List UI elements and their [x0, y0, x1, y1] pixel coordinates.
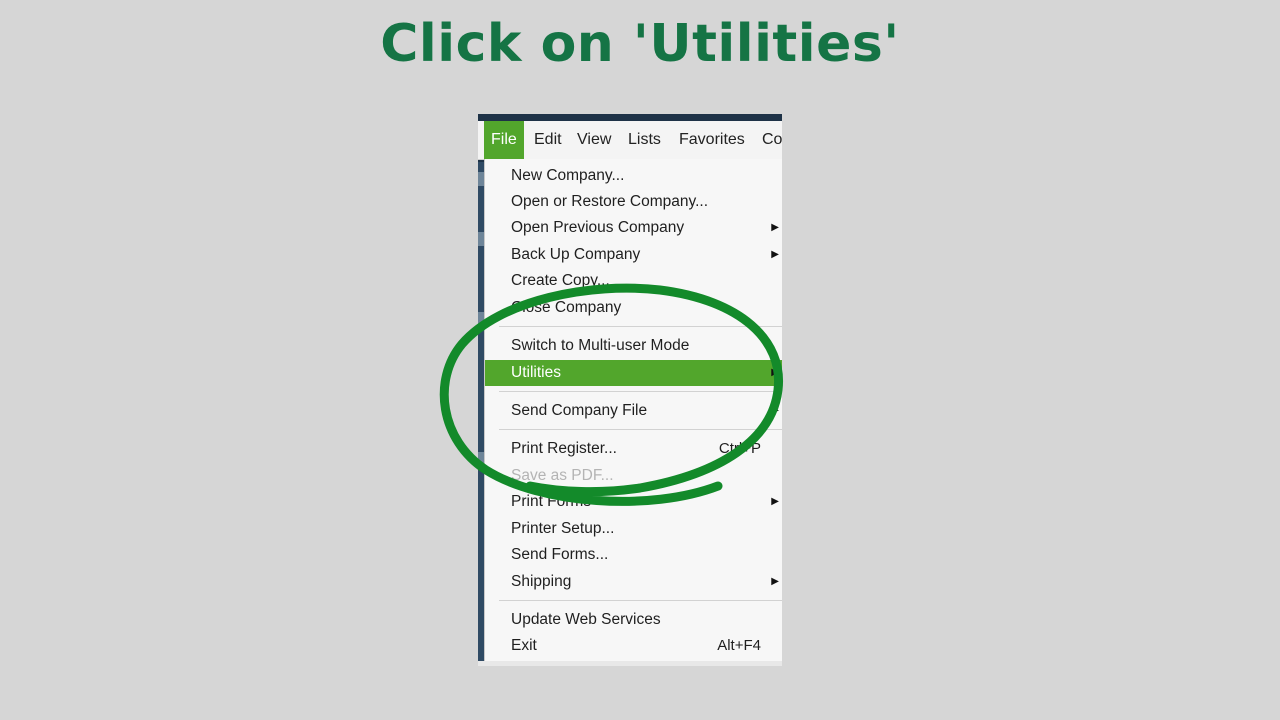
background-window-edge	[478, 661, 782, 666]
menu-item-label: Print Register...	[511, 440, 617, 457]
triangle-right-icon: ▶	[771, 222, 779, 233]
menu-item-exit[interactable]: Exit Alt+F4	[485, 633, 782, 659]
menu-item-switch-multi-user[interactable]: Switch to Multi-user Mode	[485, 333, 782, 359]
menu-separator	[499, 326, 782, 327]
menu-item-create-copy[interactable]: Create Copy...	[485, 268, 782, 294]
menu-item-label: Close Company	[511, 299, 622, 316]
menu-item-update-web-services[interactable]: Update Web Services	[485, 607, 782, 633]
menu-item-label: Save as PDF...	[511, 467, 614, 484]
menu-item-send-company-file[interactable]: Send Company File ▶	[485, 398, 782, 424]
menu-item-label: Shipping	[511, 573, 572, 590]
menu-item-label: Send Forms...	[511, 546, 609, 563]
menu-item-label: New Company...	[511, 167, 625, 184]
menu-item-label: Send Company File	[511, 402, 648, 419]
menu-favorites[interactable]: Favorites	[679, 121, 745, 159]
menu-item-print-forms[interactable]: Print Forms ▶	[485, 489, 782, 515]
menu-item-label: Open or Restore Company...	[511, 193, 708, 210]
menu-item-label: Open Previous Company	[511, 219, 685, 236]
menu-edit[interactable]: Edit	[534, 121, 562, 159]
menu-separator	[499, 600, 782, 601]
menu-item-printer-setup[interactable]: Printer Setup...	[485, 516, 782, 542]
menu-separator	[499, 429, 782, 430]
triangle-right-icon: ▶	[771, 405, 779, 416]
menu-item-send-forms[interactable]: Send Forms...	[485, 542, 782, 568]
menu-bar: File Edit View Lists Favorites Co	[478, 121, 782, 160]
app-screenshot: File Edit View Lists Favorites Co New Co…	[478, 114, 782, 666]
menu-company[interactable]: Co	[762, 121, 782, 159]
menu-item-open-restore-company[interactable]: Open or Restore Company...	[485, 189, 782, 215]
shortcut-label: Ctrl+P	[718, 440, 761, 457]
menu-item-close-company[interactable]: Close Company	[485, 295, 782, 321]
triangle-right-icon: ▶	[771, 496, 779, 507]
tutorial-caption: Click on 'Utilities'	[380, 14, 900, 74]
menu-item-utilities[interactable]: Utilities ▶	[485, 360, 782, 386]
triangle-right-icon: ▶	[771, 367, 779, 378]
menu-item-new-company[interactable]: New Company...	[485, 163, 782, 189]
menu-item-label: Switch to Multi-user Mode	[511, 337, 690, 354]
menu-item-label: Utilities	[511, 364, 561, 381]
file-dropdown-menu: New Company... Open or Restore Company..…	[484, 159, 782, 661]
menu-item-print-register[interactable]: Print Register... Ctrl+P	[485, 436, 782, 462]
menu-item-label: Back Up Company	[511, 246, 641, 263]
menu-item-label: Exit	[511, 637, 537, 654]
menu-item-label: Printer Setup...	[511, 520, 615, 537]
menu-item-label: Create Copy...	[511, 272, 610, 289]
triangle-right-icon: ▶	[771, 576, 779, 587]
menu-item-label: Print Forms	[511, 493, 592, 510]
menu-item-save-as-pdf: Save as PDF...	[485, 463, 782, 489]
menu-item-back-up-company[interactable]: Back Up Company ▶	[485, 242, 782, 268]
menu-item-label: Update Web Services	[511, 611, 661, 628]
shortcut-label: Alt+F4	[717, 637, 761, 654]
menu-view[interactable]: View	[577, 121, 611, 159]
menu-item-shipping[interactable]: Shipping ▶	[485, 569, 782, 595]
menu-file[interactable]: File	[484, 121, 524, 159]
menu-item-open-previous-company[interactable]: Open Previous Company ▶	[485, 215, 782, 241]
triangle-right-icon: ▶	[771, 249, 779, 260]
menu-separator	[499, 391, 782, 392]
menu-lists[interactable]: Lists	[628, 121, 661, 159]
